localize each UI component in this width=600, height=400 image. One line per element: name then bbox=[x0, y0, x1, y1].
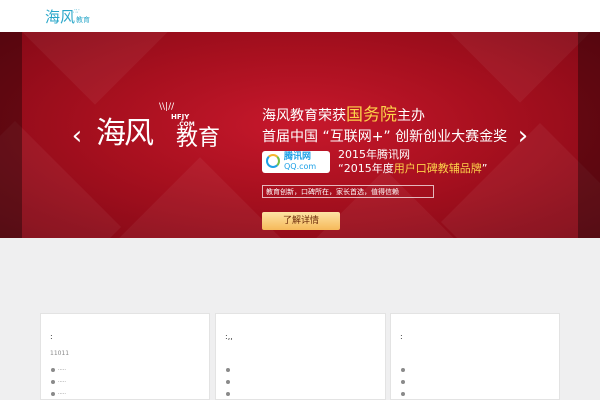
list-item[interactable]: ····· bbox=[51, 391, 66, 397]
site-logo[interactable]: 海风 ∴∵ 教育 bbox=[45, 7, 95, 27]
award-part: “2015年度 bbox=[338, 162, 394, 175]
sun-rays-icon: \\|// bbox=[159, 102, 175, 112]
bg-diamond bbox=[17, 32, 173, 105]
chevron-right-icon: › bbox=[517, 121, 529, 151]
list-item[interactable] bbox=[401, 379, 408, 385]
learn-more-button[interactable]: 了解详情 bbox=[262, 212, 340, 230]
award-highlight: 用户口碑教辅品牌 bbox=[393, 162, 482, 175]
logo-sub-text: 教育 bbox=[76, 16, 90, 24]
top-header: 海风 ∴∵ 教育 bbox=[0, 0, 600, 32]
banner-logo-main: 海风 bbox=[96, 116, 154, 151]
banner-right-shade bbox=[578, 32, 600, 238]
list-item[interactable]: ····· bbox=[51, 379, 66, 385]
list-item[interactable] bbox=[401, 391, 408, 397]
prev-slide-button[interactable]: ‹ bbox=[66, 118, 88, 154]
headline-highlight: 国务院 bbox=[346, 105, 397, 125]
list-item-text: ····· bbox=[58, 367, 66, 373]
bullet-icon bbox=[51, 391, 55, 396]
info-card: : bbox=[390, 313, 560, 400]
card-title: :,, bbox=[225, 332, 233, 341]
info-card: : 11011 ····· ····· ····· bbox=[40, 313, 210, 400]
list-item[interactable] bbox=[401, 367, 408, 373]
award-line-1: 2015年腾讯网 bbox=[338, 148, 410, 161]
banner-logo-sub: 教育 bbox=[176, 126, 221, 151]
logo-sun-icon: ∴∵ bbox=[73, 8, 80, 15]
list-item[interactable]: ····· bbox=[51, 367, 66, 373]
banner-left-shade bbox=[0, 32, 22, 238]
bullet-icon bbox=[226, 391, 230, 396]
bullet-icon bbox=[226, 367, 230, 372]
banner-slogan: 教育创新，口碑所在，家长首选，值得信赖 bbox=[262, 185, 434, 198]
award-part: ” bbox=[481, 162, 488, 175]
bullet-icon bbox=[401, 379, 405, 384]
bullet-icon bbox=[51, 367, 55, 372]
next-slide-button[interactable]: › bbox=[512, 118, 534, 154]
award-line-2: “2015年度用户口碑教辅品牌” bbox=[338, 162, 487, 176]
card-subtitle: 11011 bbox=[50, 350, 70, 357]
bg-diamond bbox=[449, 32, 591, 103]
headline-part: 主办 bbox=[397, 108, 425, 124]
banner-headline: 海风教育荣获国务院主办 bbox=[262, 105, 425, 126]
tencent-logo: 腾讯网 QQ.com bbox=[262, 151, 330, 173]
banner-logo: \\|// 海风 HFJY .COM 教育 bbox=[96, 102, 236, 172]
chevron-left-icon: ‹ bbox=[71, 121, 83, 151]
banner-logo-tag: HFJY bbox=[171, 113, 190, 121]
bullet-icon bbox=[401, 391, 405, 396]
list-item-text: ····· bbox=[58, 379, 66, 385]
list-item[interactable] bbox=[226, 391, 233, 397]
list-item[interactable] bbox=[226, 367, 233, 373]
headline-part: 海风教育荣获 bbox=[262, 108, 346, 124]
card-title: : bbox=[50, 332, 53, 341]
banner-subheadline: 首届中国 “互联网+” 创新创业大赛金奖 bbox=[262, 129, 508, 145]
list-item[interactable] bbox=[226, 379, 233, 385]
bullet-icon bbox=[226, 379, 230, 384]
logo-main-text: 海风 bbox=[45, 8, 76, 26]
tencent-logo-domain: QQ.com bbox=[284, 162, 317, 171]
card-title: : bbox=[400, 332, 403, 341]
banner-carousel: ‹ › \\|// 海风 HFJY .COM 教育 海风教育荣获国务院主办 首届… bbox=[0, 32, 600, 238]
list-item-text: ····· bbox=[58, 391, 66, 397]
info-card: :,, bbox=[215, 313, 386, 400]
bullet-icon bbox=[51, 379, 55, 384]
tencent-circle-icon bbox=[266, 154, 280, 168]
bullet-icon bbox=[401, 367, 405, 372]
